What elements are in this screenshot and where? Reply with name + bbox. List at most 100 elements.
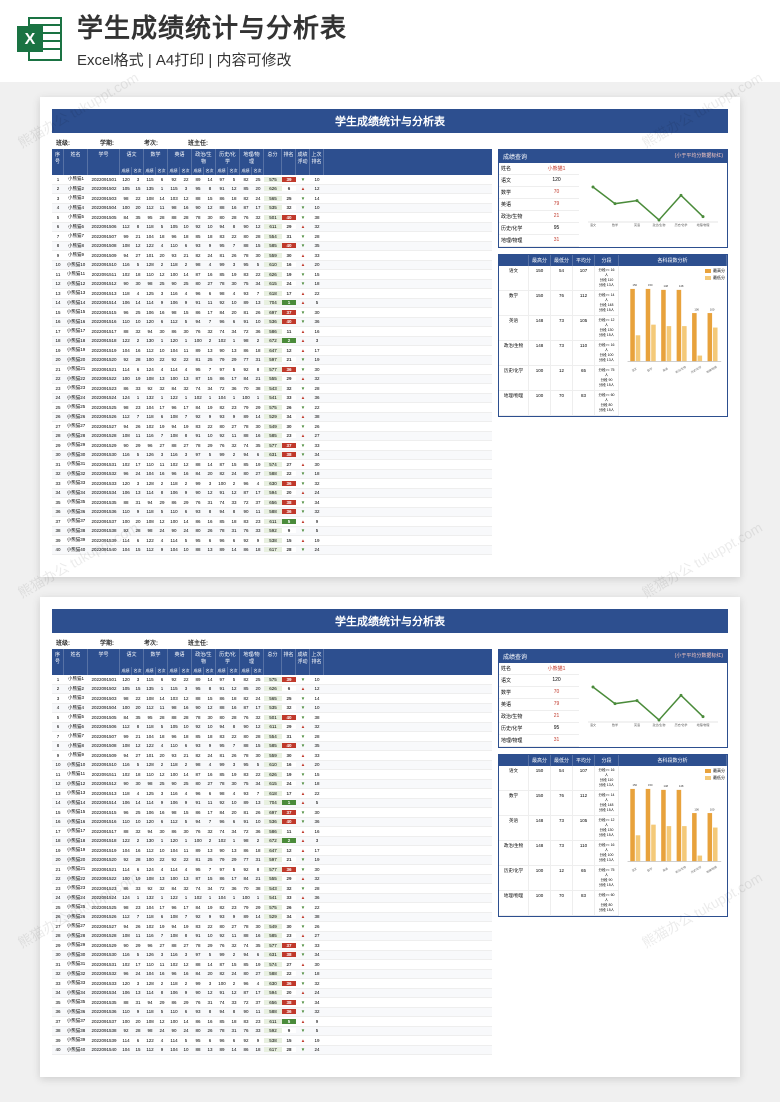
stats-box: 最高分最低分平均分分段各科段数分析语文15054107分段>= 16人分段 11… bbox=[498, 254, 728, 417]
table-row: 6小熊猫620220915061128118510510921094890126… bbox=[52, 223, 492, 233]
table-row: 36小熊猫36202209153611091185110693894890115… bbox=[52, 1008, 492, 1018]
table-row: 28小熊猫28202209152810811116710889110921188… bbox=[52, 432, 492, 442]
svg-text:148: 148 bbox=[663, 284, 668, 288]
svg-text:数学: 数学 bbox=[646, 366, 653, 372]
svg-text:政治/生物: 政治/生物 bbox=[675, 865, 687, 874]
table-row: 7小熊猫720220915079921104189618851883228028… bbox=[52, 232, 492, 242]
page-subtitle: Excel格式 | A4打印 | 内容可修改 bbox=[77, 49, 765, 70]
table-row: 35小熊猫35202209153588319429862976317433723… bbox=[52, 498, 492, 508]
table-row: 13小熊猫13202209151311841253116496698493761… bbox=[52, 289, 492, 299]
table-row: 40小熊猫40202209154010415112910410881389148… bbox=[52, 1046, 492, 1056]
table-row: 26小熊猫26202209152611271186108792993989145… bbox=[52, 413, 492, 423]
svg-text:150: 150 bbox=[648, 783, 653, 787]
chart-legend: 最高分最低分 bbox=[705, 268, 725, 282]
line-chart: 语文数学英语政治/生物历史/化学地理/物理 bbox=[579, 663, 727, 747]
table-row: 2小熊猫220220915021051513511153958911285206… bbox=[52, 685, 492, 695]
table-row: 11小熊猫11202209151110218110121001487168519… bbox=[52, 270, 492, 280]
table-row: 37小熊猫37202209153710020108121001486168518… bbox=[52, 517, 492, 527]
table-row: 35小熊猫35202209153588319429862976317433723… bbox=[52, 998, 492, 1008]
table-row: 12小熊猫12202209151290309825902580277830753… bbox=[52, 780, 492, 790]
table-subheader: 成绩名次成绩名次成绩名次成绩名次成绩名次成绩名次 bbox=[52, 167, 492, 175]
svg-text:历史/化学: 历史/化学 bbox=[690, 865, 702, 874]
table-row: 8小熊猫820220915081081212241106939957881558… bbox=[52, 242, 492, 252]
table-row: 28小熊猫28202209152810811116710889110921188… bbox=[52, 932, 492, 942]
table-row: 27小熊猫27202209152794261021994198322802778… bbox=[52, 422, 492, 432]
table-subheader: 成绩名次成绩名次成绩名次成绩名次成绩名次成绩名次 bbox=[52, 667, 492, 675]
svg-text:英语: 英语 bbox=[634, 722, 640, 727]
svg-text:英语: 英语 bbox=[662, 866, 669, 872]
table-row: 24小熊猫24202209152412411321122110211041100… bbox=[52, 394, 492, 404]
svg-text:政治/生物: 政治/生物 bbox=[653, 222, 666, 227]
svg-text:150: 150 bbox=[633, 283, 638, 287]
table-row: 21小熊猫21202209152111461244114495797592857… bbox=[52, 365, 492, 375]
query-table: 姓名小熊猫1语文120数学70英语79政治/生物21历史/化学95地理/物理31 bbox=[499, 163, 579, 247]
table-row: 29小熊猫29202209152990299627882778297632743… bbox=[52, 441, 492, 451]
table-row: 39小熊猫39202209153911461224114595696692953… bbox=[52, 1036, 492, 1046]
table-row: 18小熊猫18202209151812221301120110021021982… bbox=[52, 337, 492, 347]
stats-table: 语文15054107分段>= 16人分段 110分段 13人数学15076112… bbox=[499, 766, 619, 916]
table-row: 6小熊猫620220915061128118510510921094890126… bbox=[52, 723, 492, 733]
table-row: 15小熊猫15202209151596251061698158617842081… bbox=[52, 308, 492, 318]
table-row: 36小熊猫36202209153611091185110693894890115… bbox=[52, 508, 492, 518]
stats-table: 语文15054107分段>= 16人分段 110分段 13人数学15076112… bbox=[499, 266, 619, 416]
bar-chart: 最高分最低分150语文150数学148英语148政治/生物100历史/化学100… bbox=[619, 766, 727, 916]
table-header: 序号姓名学号语文数学英语政治/生物历史/化学地理/物理总分排名成绩浮动上次排名 bbox=[52, 649, 492, 667]
table-row: 3小熊猫320220915039822108141031288158618822… bbox=[52, 194, 492, 204]
preview-area: 学生成绩统计与分析表班级:学期:考次:班主任:序号姓名学号语文数学英语政治/生物… bbox=[0, 82, 780, 1092]
table-body: 1小熊猫120220915011203115692228914975822557… bbox=[52, 175, 492, 555]
table-row: 32小熊猫32202209153296241041696168420822480… bbox=[52, 970, 492, 980]
table-row: 17小熊猫17202209151788329430863076327434723… bbox=[52, 827, 492, 837]
svg-text:地理/物理: 地理/物理 bbox=[697, 722, 710, 727]
table-body: 1小熊猫120220915011203115692228914975822557… bbox=[52, 675, 492, 1055]
stats-box: 最高分最低分平均分分段各科段数分析语文15054107分段>= 16人分段 11… bbox=[498, 754, 728, 917]
svg-text:X: X bbox=[25, 31, 36, 48]
table-row: 8小熊猫820220915081081212241106939957881558… bbox=[52, 742, 492, 752]
table-row: 14小熊猫14202209151410614114910699111921089… bbox=[52, 799, 492, 809]
table-row: 20小熊猫20202209152092281002292228125792977… bbox=[52, 356, 492, 366]
page-header: X 学生成绩统计与分析表 Excel格式 | A4打印 | 内容可修改 bbox=[0, 0, 780, 82]
table-row: 13小熊猫13202209151311841253116496698493761… bbox=[52, 789, 492, 799]
sheet-title: 学生成绩统计与分析表 bbox=[52, 109, 728, 133]
table-row: 5小熊猫520220915058435952888287830802876325… bbox=[52, 713, 492, 723]
svg-text:数学: 数学 bbox=[612, 222, 618, 227]
svg-text:100: 100 bbox=[710, 307, 715, 311]
table-row: 20小熊猫20202209152092281002292228125792977… bbox=[52, 856, 492, 866]
table-row: 22小熊猫22202209152210019108131001387158617… bbox=[52, 375, 492, 385]
table-row: 37小熊猫37202209153710020108121001486168518… bbox=[52, 1017, 492, 1027]
table-row: 40小熊猫40202209154010415112910410881389148… bbox=[52, 546, 492, 556]
sheet-title: 学生成绩统计与分析表 bbox=[52, 609, 728, 633]
table-row: 4小熊猫420220915041002011211981690128816871… bbox=[52, 704, 492, 714]
table-row: 11小熊猫11202209151110218110121001487168519… bbox=[52, 770, 492, 780]
table-row: 25小熊猫25202209152598231041796178419822379… bbox=[52, 903, 492, 913]
table-row: 31小熊猫31202209153110217110111021288148715… bbox=[52, 960, 492, 970]
spreadsheet-preview-1: 学生成绩统计与分析表班级:学期:考次:班主任:序号姓名学号语文数学英语政治/生物… bbox=[40, 97, 740, 577]
table-row: 18小熊猫18202209151812221301120110021021982… bbox=[52, 837, 492, 847]
main-table: 序号姓名学号语文数学英语政治/生物历史/化学地理/物理总分排名成绩浮动上次排名成… bbox=[52, 149, 492, 555]
table-row: 15小熊猫15202209151596251061698158617842081… bbox=[52, 808, 492, 818]
svg-text:148: 148 bbox=[679, 284, 684, 288]
main-table: 序号姓名学号语文数学英语政治/生物历史/化学地理/物理总分排名成绩浮动上次排名成… bbox=[52, 649, 492, 1055]
svg-text:数学: 数学 bbox=[646, 866, 653, 872]
side-panel: 成绩查询(小于平均分数据标红)姓名小熊猫1语文120数学70英语79政治/生物2… bbox=[498, 649, 728, 1055]
line-chart: 语文数学英语政治/生物历史/化学地理/物理 bbox=[579, 163, 727, 247]
spreadsheet-preview-2: 学生成绩统计与分析表班级:学期:考次:班主任:序号姓名学号语文数学英语政治/生物… bbox=[40, 597, 740, 1077]
table-row: 21小熊猫21202209152111461244114495797592857… bbox=[52, 865, 492, 875]
meta-row: 班级:学期:考次:班主任: bbox=[52, 636, 728, 649]
table-row: 34小熊猫34202209153410613114810699012911287… bbox=[52, 989, 492, 999]
table-row: 23小熊猫23202209152386339232843274347236703… bbox=[52, 884, 492, 894]
table-row: 7小熊猫720220915079921104189618851883228028… bbox=[52, 732, 492, 742]
query-box: 成绩查询(小于平均分数据标红)姓名小熊猫1语文120数学70英语79政治/生物2… bbox=[498, 149, 728, 248]
table-row: 5小熊猫520220915058435952888287830802876325… bbox=[52, 213, 492, 223]
chart-legend: 最高分最低分 bbox=[705, 768, 725, 782]
svg-text:150: 150 bbox=[648, 283, 653, 287]
table-row: 3小熊猫320220915039822108141031288158618822… bbox=[52, 694, 492, 704]
table-row: 1小熊猫120220915011203115692228914975822557… bbox=[52, 175, 492, 185]
svg-text:148: 148 bbox=[679, 784, 684, 788]
svg-text:政治/生物: 政治/生物 bbox=[675, 365, 687, 374]
table-row: 38小熊猫38202209153892289824902480267831763… bbox=[52, 1027, 492, 1037]
svg-text:地理/物理: 地理/物理 bbox=[697, 222, 710, 227]
table-row: 29小熊猫29202209152990299627882778297632743… bbox=[52, 941, 492, 951]
table-row: 16小熊猫16202209151611010120611259479669110… bbox=[52, 818, 492, 828]
table-row: 33小熊猫33202209153312031282118299310029646… bbox=[52, 979, 492, 989]
svg-text:150: 150 bbox=[633, 783, 638, 787]
